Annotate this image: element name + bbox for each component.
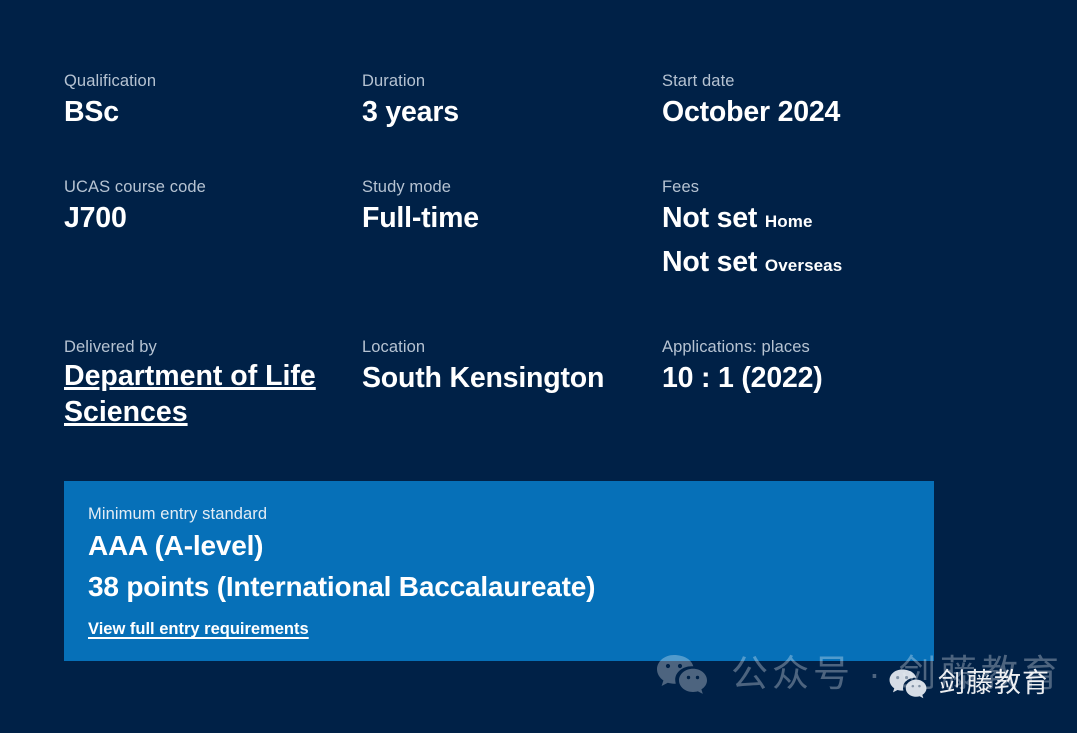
fact-ucas-course-code: UCAS course code J700 bbox=[64, 176, 362, 286]
key-facts-grid: Qualification BSc Duration 3 years Start… bbox=[64, 70, 944, 430]
fact-value: Department of Life Sciences bbox=[64, 358, 362, 430]
wechat-icon bbox=[888, 668, 928, 699]
fact-value-overseas: Not set Overseas bbox=[662, 242, 944, 286]
fact-label: Qualification bbox=[64, 72, 157, 90]
fact-study-mode: Study mode Full-time bbox=[362, 176, 662, 286]
fact-value: October 2024 bbox=[662, 96, 841, 128]
fact-label: Location bbox=[362, 338, 426, 356]
fee-overseas-qualifier: Overseas bbox=[764, 256, 843, 275]
fact-fees: Fees Not set Home Not set Overseas bbox=[662, 176, 944, 286]
fee-overseas-value: Not set bbox=[662, 246, 758, 278]
fact-value: 3 years bbox=[362, 96, 459, 128]
fact-delivered-by: Delivered by Department of Life Sciences bbox=[64, 336, 362, 430]
fact-value: 10 : 1 (2022) bbox=[662, 362, 823, 394]
watermark-secondary-text: 剑藤教育 bbox=[938, 668, 1050, 698]
fee-home-qualifier: Home bbox=[764, 212, 813, 231]
minimum-entry-standard-panel: Minimum entry standard AAA (A-level) 38 … bbox=[64, 481, 934, 661]
entry-standard-label: Minimum entry standard bbox=[88, 505, 268, 523]
fact-start-date: Start date October 2024 bbox=[662, 70, 944, 132]
entry-standard-a-level: AAA (A-level) bbox=[88, 530, 264, 561]
department-link[interactable]: Department of Life Sciences bbox=[64, 360, 316, 428]
fact-label: Start date bbox=[662, 72, 735, 90]
watermark-secondary: 剑藤教育 bbox=[888, 667, 1050, 699]
fact-value: J700 bbox=[64, 202, 127, 234]
fact-label: Fees bbox=[662, 178, 700, 196]
fact-qualification: Qualification BSc bbox=[64, 70, 362, 132]
fact-value-home: Not set Home bbox=[662, 198, 944, 242]
course-key-facts-page: Qualification BSc Duration 3 years Start… bbox=[0, 0, 1077, 733]
entry-standard-ib: 38 points (International Baccalaureate) bbox=[88, 571, 596, 602]
fact-label: Delivered by bbox=[64, 338, 157, 356]
fact-label: Duration bbox=[362, 72, 426, 90]
fact-value: Full-time bbox=[362, 202, 479, 234]
fact-location: Location South Kensington bbox=[362, 336, 662, 430]
fact-duration: Duration 3 years bbox=[362, 70, 662, 132]
fact-value: BSc bbox=[64, 96, 119, 128]
fact-label: Applications: places bbox=[662, 338, 810, 356]
fee-home-value: Not set bbox=[662, 202, 758, 234]
fact-label: Study mode bbox=[362, 178, 452, 196]
fact-label: UCAS course code bbox=[64, 178, 206, 196]
view-full-entry-requirements-link[interactable]: View full entry requirements bbox=[88, 618, 309, 640]
fact-applications-places: Applications: places 10 : 1 (2022) bbox=[662, 336, 944, 430]
fact-value: South Kensington bbox=[362, 362, 605, 394]
